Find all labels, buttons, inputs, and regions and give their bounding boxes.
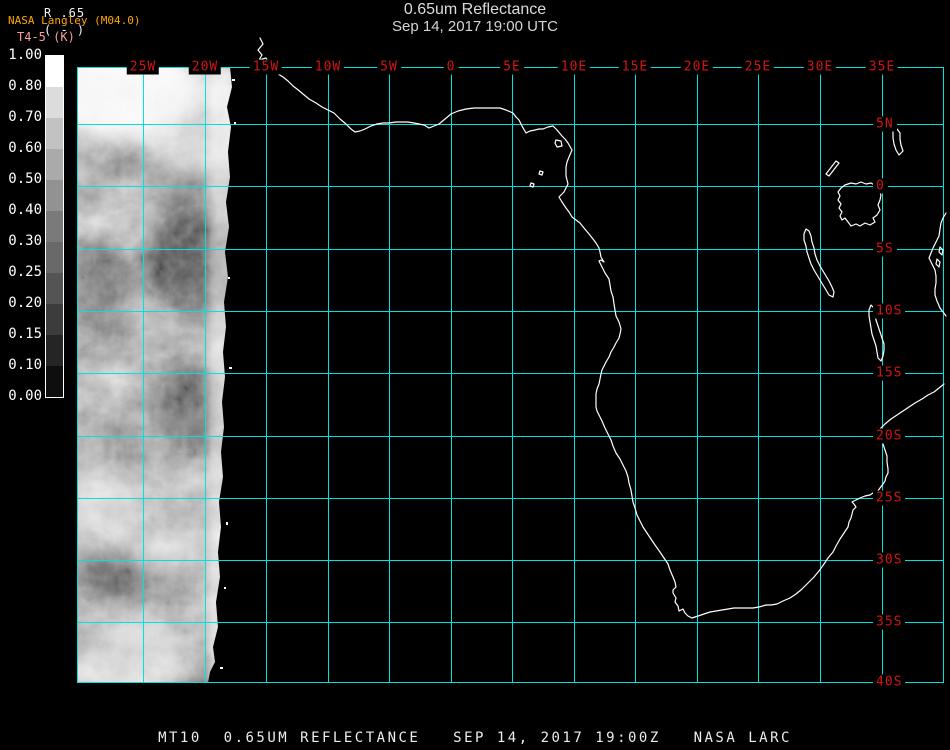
parallel-gridline: [77, 124, 944, 125]
colorbar-tick-label: 0.40: [8, 202, 42, 218]
parallel-gridline: [77, 560, 944, 561]
longitude-tick-label: 5W: [377, 59, 401, 75]
latitude-tick-label: 25S: [873, 490, 906, 506]
colorbar-segment: [46, 87, 63, 118]
latitude-tick-label: 10S: [873, 303, 906, 319]
longitude-tick-label: 25E: [741, 59, 775, 75]
longitude-tick-label: 20E: [680, 59, 714, 75]
parallel-gridline: [77, 436, 944, 437]
meridian-gridline: [697, 67, 698, 683]
colorbar-segment: [46, 366, 63, 397]
map-left-border: [77, 67, 78, 683]
latitude-tick-label: 40S: [873, 674, 906, 690]
satellite-image-viewer: 25W 20W 15W 10W 5W 0 5E 10E 15E 20E 25E 30E 35E 5N 0 5…: [0, 0, 950, 750]
meridian-gridline: [328, 67, 329, 683]
colorbar-segment: [46, 242, 63, 273]
latitude-tick-label: 5N: [873, 116, 897, 132]
bioko-island: [554, 139, 563, 148]
colorbar-segment: [46, 304, 63, 335]
colorbar-tick-label: 0.70: [8, 109, 42, 125]
meridian-gridline: [143, 67, 144, 683]
colorbar-tick-label: 0.10: [8, 357, 42, 373]
longitude-tick-label: 10E: [557, 59, 591, 75]
meridian-gridline: [820, 67, 821, 683]
colorbar-tick-label: 0.30: [8, 233, 42, 249]
longitude-tick-label: 25W: [126, 59, 160, 75]
colorbar-tick-label: 0.60: [8, 140, 42, 156]
colorbar-tick-label: 0.50: [8, 171, 42, 187]
source-label: NASA Langley (M04.0): [8, 14, 141, 27]
colorbar-tick-label: 1.00: [8, 47, 42, 63]
meridian-gridline: [389, 67, 390, 683]
colorbar-segment: [46, 211, 63, 242]
satellite-swath-image: [77, 67, 236, 683]
meridian-gridline: [205, 67, 206, 683]
parallel-gridline: [77, 622, 944, 623]
zanzibar-island: [935, 258, 941, 268]
longitude-tick-label: 35E: [865, 59, 899, 75]
longitude-tick-label: 20W: [188, 59, 222, 75]
title-block: 0.65um Reflectance Sep 14, 2017 19:00 UT…: [0, 1, 950, 35]
colorbar-tick-label: 0.80: [8, 78, 42, 94]
colorbar-segment: [46, 118, 63, 149]
colorbar: [45, 55, 64, 398]
colorbar-segment: [46, 335, 63, 366]
africa-coastline: [257, 37, 945, 619]
meridian-gridline: [635, 67, 636, 683]
longitude-tick-label: 30E: [803, 59, 837, 75]
longitude-tick-label: 15W: [249, 59, 283, 75]
latitude-tick-label: 20S: [873, 428, 906, 444]
parallel-gridline: [77, 311, 944, 312]
latitude-tick-label: 30S: [873, 552, 906, 568]
swath-speckle: [77, 67, 232, 683]
plot-title: 0.65um Reflectance: [403, 1, 547, 18]
longitude-tick-label: 0: [443, 59, 459, 75]
meridian-gridline: [512, 67, 513, 683]
meridian-gridline: [758, 67, 759, 683]
colorbar-segment: [46, 273, 63, 304]
lake-tanganyika: [803, 228, 835, 298]
parallel-gridline: [77, 186, 944, 187]
colorbar-segment: [46, 149, 63, 180]
parallel-gridline: [77, 498, 944, 499]
meridian-gridline: [451, 67, 452, 683]
colorbar-tick-label: 0.25: [8, 264, 42, 280]
colorbar-tick-label: 0.15: [8, 326, 42, 342]
footer-caption: MT10 0.65UM REFLECTANCE SEP 14, 2017 19:…: [158, 730, 792, 746]
map-right-border: [943, 67, 944, 683]
meridian-gridline: [574, 67, 575, 683]
principe-island: [538, 170, 544, 176]
colorbar-tick-label: 0.00: [8, 388, 42, 404]
longitude-tick-label: 5E: [500, 59, 524, 75]
colorbar-tick-label: 0.20: [8, 295, 42, 311]
parallel-gridline: [77, 373, 944, 374]
lake-albert: [825, 160, 840, 177]
latitude-tick-label: 5S: [873, 241, 897, 257]
secondary-product-label: T4-5 (K): [17, 30, 75, 44]
colorbar-segment: [46, 180, 63, 211]
parallel-gridline: [77, 682, 944, 683]
latitude-tick-label: 15S: [873, 365, 906, 381]
colorbar-segment: [46, 56, 63, 87]
parallel-gridline: [77, 249, 944, 250]
plot-subtitle: Sep 14, 2017 19:00 UTC: [392, 17, 558, 35]
latitude-tick-label: 35S: [873, 614, 906, 630]
meridian-gridline: [266, 67, 267, 683]
latitude-tick-label: 0: [873, 178, 888, 194]
lake-turkana: [892, 128, 904, 156]
longitude-tick-label: 15E: [618, 59, 652, 75]
longitude-tick-label: 10W: [311, 59, 345, 75]
